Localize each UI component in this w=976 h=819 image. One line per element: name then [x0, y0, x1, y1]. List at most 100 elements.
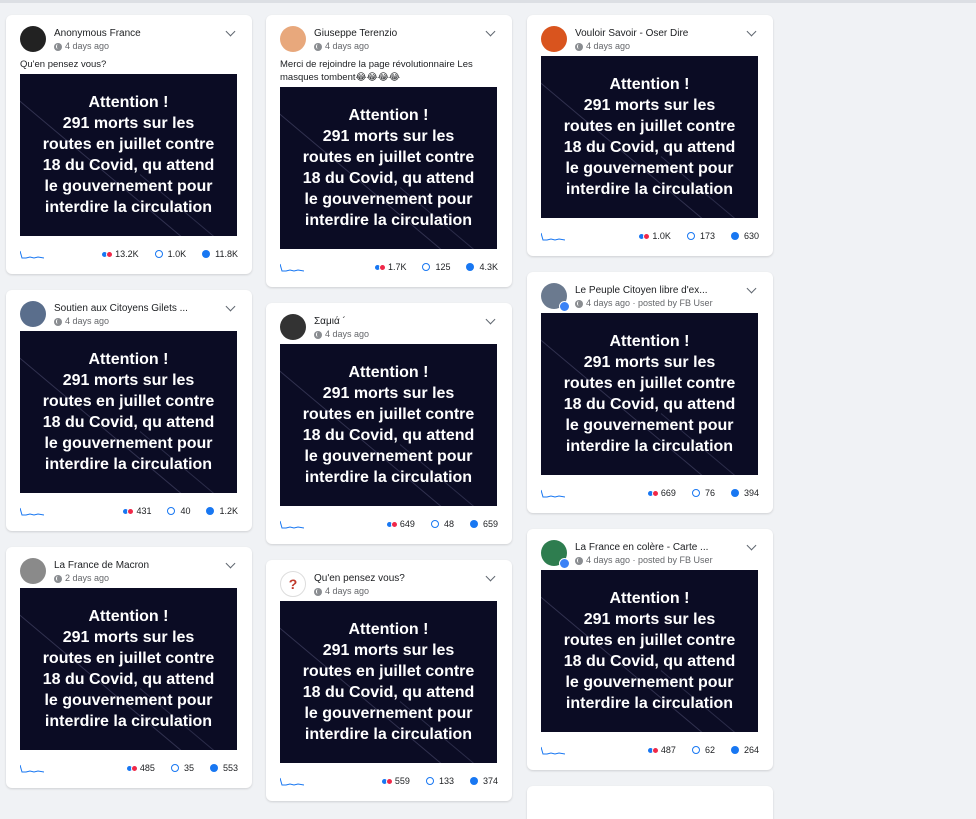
reactions-stat[interactable]: 559	[380, 776, 410, 786]
reactions-count: 1.7K	[387, 262, 407, 272]
avatar[interactable]	[280, 26, 306, 52]
comments-stat[interactable]: 125	[422, 262, 450, 272]
shares-stat[interactable]: 1.2K	[206, 506, 238, 516]
post-image[interactable]: Attention ! 291 morts sur les routes en …	[541, 313, 758, 475]
post-image[interactable]: Attention ! 291 morts sur les routes en …	[541, 56, 758, 218]
shares-count: 659	[482, 519, 498, 529]
sparkline-chart[interactable]	[20, 506, 44, 516]
page-name[interactable]: Anonymous France	[54, 27, 204, 40]
sparkline-chart[interactable]	[280, 519, 304, 529]
comments-stat[interactable]: 1.0K	[154, 249, 186, 259]
page-name[interactable]: Vouloir Savoir - Oser Dire	[575, 27, 725, 40]
shares-stat[interactable]: 264	[730, 745, 759, 755]
reactions-stat[interactable]: 13.2K	[101, 249, 139, 259]
post-image[interactable]: Attention ! 291 morts sur les routes en …	[280, 344, 497, 506]
comments-stat[interactable]: 62	[691, 745, 715, 755]
reaction-icon	[385, 520, 398, 528]
globe-icon	[54, 574, 62, 583]
avatar[interactable]: ?	[280, 571, 306, 597]
feed-column-1: Anonymous France 4 days ago Qu'en pensez…	[6, 15, 252, 804]
avatar[interactable]	[541, 540, 570, 569]
page-name[interactable]: Giuseppe Terenzio	[314, 27, 464, 40]
avatar-glyph: ?	[288, 576, 298, 592]
comments-count: 76	[704, 488, 715, 498]
post-header: Soutien aux Citoyens Gilets ... 4 days a…	[20, 301, 238, 331]
post-image[interactable]: Attention ! 291 morts sur les routes en …	[280, 87, 497, 249]
comments-stat[interactable]: 173	[686, 231, 715, 241]
post-card: La France de Macron 2 days ago Attention…	[6, 547, 252, 788]
sparkline-chart[interactable]	[280, 776, 304, 786]
post-caption: Merci de rejoindre la page révolutionnai…	[280, 59, 473, 83]
shares-stat[interactable]: 553	[209, 763, 238, 773]
image-text: Attention ! 291 morts sur les routes en …	[302, 107, 475, 229]
page-name[interactable]: La France de Macron	[54, 559, 204, 572]
reactions-stat[interactable]: 487	[646, 745, 676, 755]
post-time: 4 days ago · posted by FB User	[575, 555, 759, 566]
avatar[interactable]	[20, 26, 46, 52]
comments-stat[interactable]: 76	[691, 488, 715, 498]
reactions-stat[interactable]: 485	[125, 763, 155, 773]
post-header: La France de Macron 2 days ago	[20, 558, 238, 588]
shares-stat[interactable]: 11.8K	[202, 249, 238, 259]
post-stats: 649 48 659	[280, 514, 498, 534]
avatar[interactable]	[20, 558, 46, 584]
post-card-partial	[527, 786, 773, 819]
sparkline-chart[interactable]	[541, 488, 565, 498]
reactions-count: 485	[139, 763, 155, 773]
image-text: Attention ! 291 morts sur les routes en …	[302, 621, 475, 743]
post-image[interactable]: Attention ! 291 morts sur les routes en …	[280, 601, 497, 763]
post-time-text: 4 days ago	[325, 586, 370, 596]
reactions-count: 649	[399, 519, 415, 529]
post-time-text: 4 days ago · posted by FB User	[586, 555, 713, 565]
shares-stat[interactable]: 630	[730, 231, 759, 241]
page-name[interactable]: Le Peuple Citoyen libre d'ex...	[575, 284, 725, 297]
avatar[interactable]	[541, 26, 567, 52]
reactions-stat[interactable]: 1.7K	[373, 262, 407, 272]
page-name[interactable]: Soutien aux Citoyens Gilets ...	[54, 302, 204, 315]
reactions-stat[interactable]: 1.0K	[638, 231, 671, 241]
shares-stat[interactable]: 394	[730, 488, 759, 498]
post-image[interactable]: Attention ! 291 morts sur les routes en …	[20, 588, 237, 750]
share-icon	[730, 746, 739, 754]
image-text: Attention ! 291 morts sur les routes en …	[302, 364, 475, 486]
avatar[interactable]	[280, 314, 306, 340]
image-text: Attention ! 291 morts sur les routes en …	[42, 608, 215, 730]
comments-stat[interactable]: 133	[425, 776, 454, 786]
post-stats: 1.0K 173 630	[541, 226, 759, 246]
image-text: Attention ! 291 morts sur les routes en …	[42, 94, 215, 216]
post-image[interactable]: Attention ! 291 morts sur les routes en …	[20, 74, 237, 236]
post-card: Σαμιά ´ 4 days ago Attention ! 291 morts…	[266, 303, 512, 544]
reaction-icon	[373, 263, 386, 271]
comments-count: 173	[699, 231, 715, 241]
image-text: Attention ! 291 morts sur les routes en …	[563, 590, 736, 712]
page-name[interactable]: Σαμιά ´	[314, 315, 464, 328]
sparkline-chart[interactable]	[20, 249, 44, 259]
sparkline-chart[interactable]	[541, 745, 565, 755]
post-meta: Σαμιά ´ 4 days ago	[314, 314, 498, 340]
reactions-stat[interactable]: 649	[385, 519, 415, 529]
post-image[interactable]: Attention ! 291 morts sur les routes en …	[541, 570, 758, 732]
comments-stat[interactable]: 35	[170, 763, 194, 773]
post-image[interactable]: Attention ! 291 morts sur les routes en …	[20, 331, 237, 493]
page-name[interactable]: La France en colère - Carte ...	[575, 541, 725, 554]
reaction-icon	[122, 507, 135, 515]
globe-icon	[314, 587, 322, 596]
post-time-text: 4 days ago	[65, 41, 110, 51]
post-time-text: 2 days ago	[65, 573, 110, 583]
sparkline-chart[interactable]	[20, 763, 44, 773]
comment-icon	[691, 746, 700, 754]
avatar[interactable]	[20, 301, 46, 327]
reaction-icon	[101, 250, 114, 258]
shares-stat[interactable]: 4.3K	[466, 262, 498, 272]
sparkline-chart[interactable]	[541, 231, 565, 241]
shares-stat[interactable]: 659	[469, 519, 498, 529]
shares-stat[interactable]: 374	[469, 776, 498, 786]
sparkline-chart[interactable]	[280, 262, 304, 272]
comments-stat[interactable]: 40	[167, 506, 190, 516]
reactions-stat[interactable]: 431	[122, 506, 151, 516]
comments-stat[interactable]: 48	[430, 519, 454, 529]
page-name[interactable]: Qu'en pensez vous?	[314, 572, 464, 585]
reactions-stat[interactable]: 669	[646, 488, 676, 498]
post-time-text: 4 days ago	[65, 316, 110, 326]
avatar[interactable]	[541, 283, 570, 312]
